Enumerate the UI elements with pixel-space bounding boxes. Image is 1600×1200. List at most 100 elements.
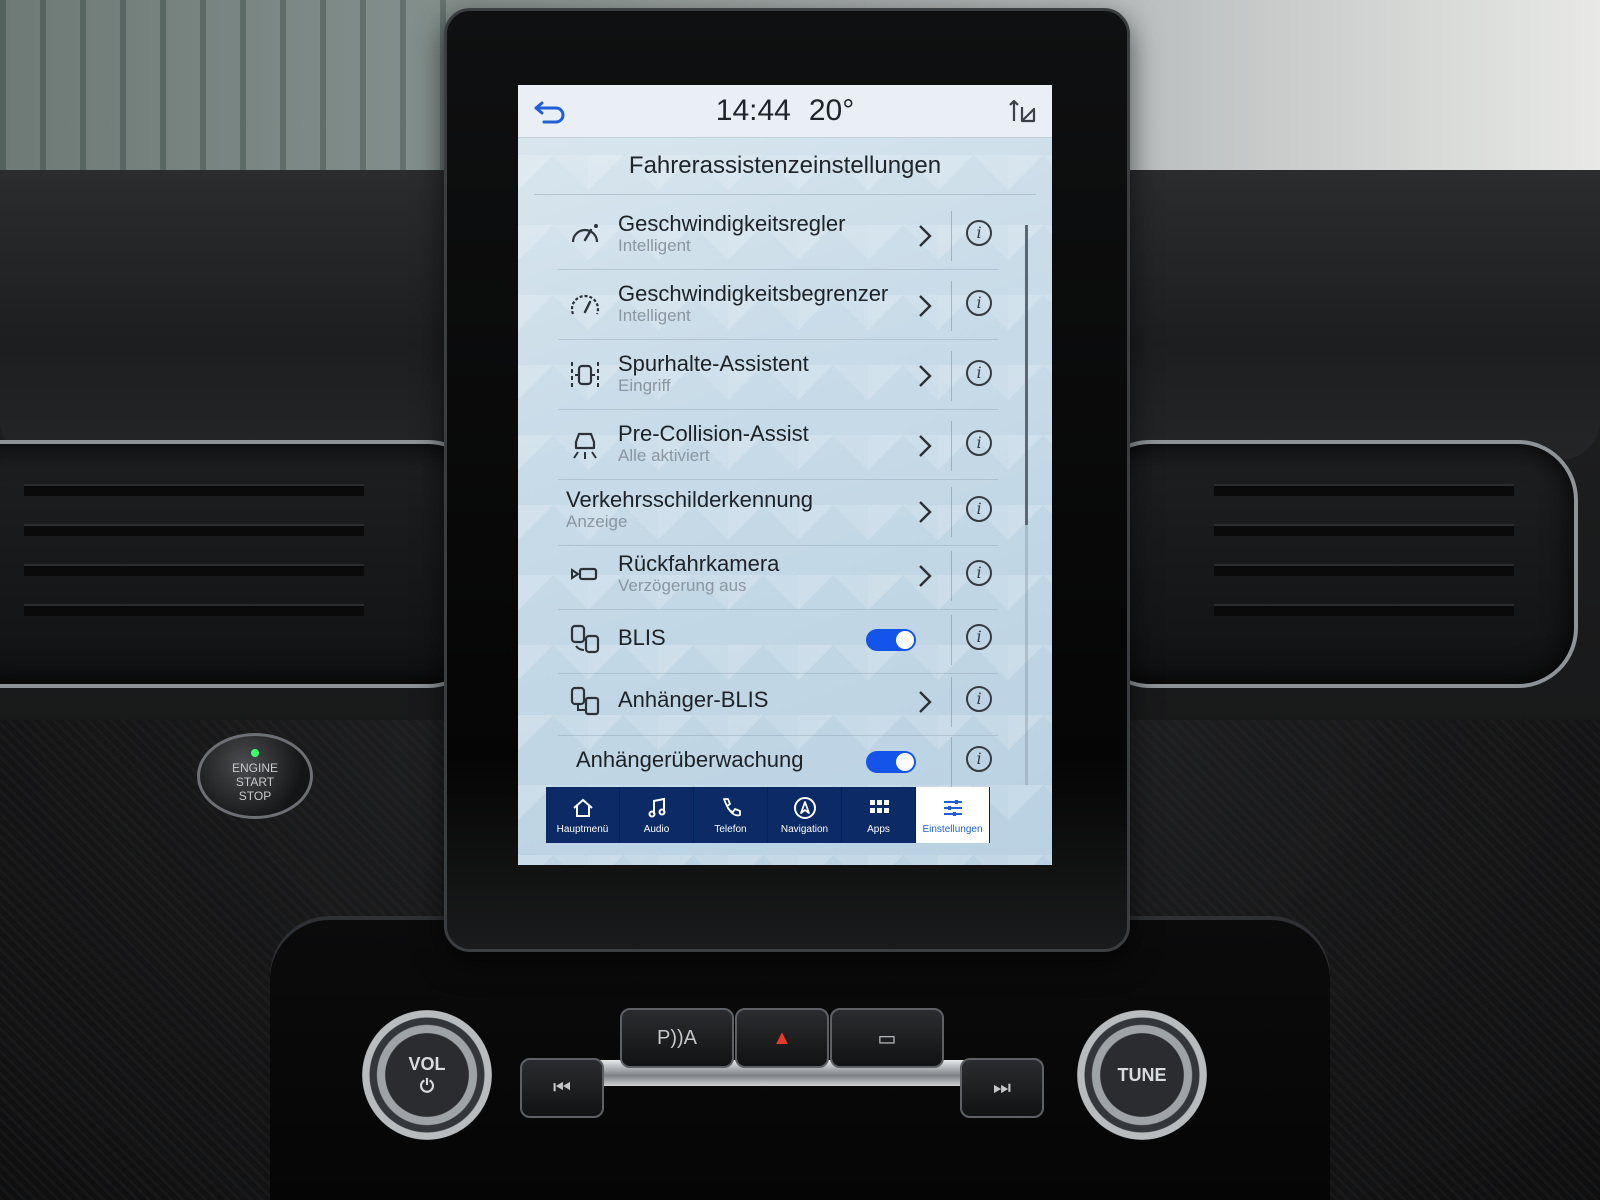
camera-button[interactable]: ▭ [830,1008,944,1068]
clock: 14:44 [715,94,791,127]
nav-audio[interactable]: Audio [620,787,694,843]
setting-row-lane-keeping[interactable]: Spurhalte-Assistent Eingriff i [558,343,998,410]
setting-row-trailer-monitoring[interactable]: Anhängerüberwachung i [558,729,998,795]
row-separator [951,487,952,537]
trailer-monitoring-toggle[interactable] [866,751,916,773]
setting-label: Anhängerüberwachung [576,747,804,772]
setting-sublabel: Alle aktiviert [618,446,710,465]
info-icon[interactable]: i [966,746,992,772]
info-icon[interactable]: i [966,360,992,386]
row-separator [951,615,952,665]
settings-sliders-icon [943,799,962,816]
blind-spot-icon [570,624,600,654]
nav-label: Audio [643,823,670,835]
start-button-line-3: STOP [238,789,272,803]
page-title: Fahrerassistenzeinstellungen [534,138,1036,195]
row-separator [951,421,952,471]
home-icon [572,798,593,817]
nav-label: Hauptmenü [556,823,609,835]
chevron-right-icon [919,295,932,317]
info-icon[interactable]: i [966,686,992,712]
row-separator [951,737,952,787]
nav-apps[interactable]: Apps [842,787,916,843]
bottom-navigation: Hauptmenü Audio Telefon Navigation Apps … [546,787,990,843]
status-led [251,749,259,757]
chevron-right-icon [919,501,932,523]
trailer-blind-spot-icon [570,686,600,716]
chevron-right-icon [919,365,932,387]
vol-label: VOL [408,1054,446,1074]
setting-sublabel: Intelligent [618,236,691,255]
setting-row-rear-camera[interactable]: Rückfahrkamera Verzögerung aus i [558,543,998,610]
info-icon[interactable]: i [966,560,992,586]
chevron-right-icon [919,435,932,457]
parking-assist-button[interactable]: P))A [620,1008,734,1068]
volume-knob[interactable]: VOL ⏻ [362,1010,492,1140]
infotainment-screen: 14:44 20° Fahrerassistenzeinstellungen G… [518,85,1052,865]
lane-keeping-icon [571,362,599,388]
info-icon[interactable]: i [966,430,992,456]
nav-settings[interactable]: Einstellungen [916,787,990,843]
tune-label: TUNE [1117,1065,1167,1085]
camera-icon: ▭ [877,1027,897,1050]
apps-grid-icon [869,799,889,813]
setting-row-blis[interactable]: BLIS i [558,607,998,674]
setting-row-cruise-control[interactable]: Geschwindigkeitsregler Intelligent i [558,203,998,270]
start-button-line-1: ENGINE [231,761,278,775]
setting-label: Anhänger-BLIS [618,687,769,712]
music-note-icon [648,797,665,817]
nav-label: Apps [867,823,890,835]
chevron-right-icon [919,225,932,247]
setting-label: Geschwindigkeitsregler [618,211,846,236]
nav-phone[interactable]: Telefon [694,787,768,843]
setting-label: Geschwindigkeitsbegrenzer [618,281,889,306]
setting-sublabel: Verzögerung aus [618,576,747,595]
nav-label: Telefon [714,823,747,835]
previous-track-button[interactable]: ⏮ [520,1058,604,1118]
outside-temperature: 20° [808,94,855,127]
back-arrow-icon[interactable] [532,95,568,127]
cruise-control-icon [571,224,599,243]
setting-label: Rückfahrkamera [618,551,780,576]
engine-start-stop-button[interactable]: ENGINE START STOP [197,733,313,819]
parking-assist-label: P))A [657,1026,697,1049]
info-icon[interactable]: i [966,496,992,522]
tune-knob[interactable]: TUNE [1077,1010,1207,1140]
pre-collision-icon [573,432,597,459]
nav-navigation[interactable]: Navigation [768,787,842,843]
chevron-right-icon [919,565,932,587]
row-separator [951,677,952,727]
right-air-vent[interactable] [1090,440,1578,688]
nav-label: Einstellungen [922,823,983,835]
nav-home[interactable]: Hauptmenü [546,787,620,843]
setting-row-speed-limiter[interactable]: Geschwindigkeitsbegrenzer Intelligent i [558,273,998,340]
chevron-right-icon [919,691,932,713]
power-icon: ⏻ [419,1076,435,1096]
setting-sublabel: Anzeige [566,512,628,531]
skip-back-icon: ⏮ [553,1076,571,1099]
setting-label: BLIS [618,625,666,650]
info-icon[interactable]: i [966,290,992,316]
info-icon[interactable]: i [966,220,992,246]
row-separator [951,211,952,261]
next-track-button[interactable]: ⏭ [960,1058,1044,1118]
setting-row-trailer-blis[interactable]: Anhänger-BLIS i [558,669,998,736]
hazard-triangle-icon: ▲ [772,1026,792,1049]
setting-row-traffic-sign-recognition[interactable]: Verkehrsschilderkennung Anzeige i [558,479,998,546]
setting-sublabel: Eingriff [618,376,671,395]
hazard-button[interactable]: ▲ [735,1008,829,1068]
status-bar: 14:44 20° [518,85,1052,138]
setting-label: Pre-Collision-Assist [618,421,809,446]
navigation-icon [793,796,816,819]
info-icon[interactable]: i [966,624,992,650]
speed-limiter-icon [570,294,600,315]
setting-row-pre-collision[interactable]: Pre-Collision-Assist Alle aktiviert i [558,413,998,480]
phone-icon [722,797,741,816]
row-separator [951,351,952,401]
setting-label: Verkehrsschilderkennung [566,487,814,512]
blis-toggle[interactable] [866,629,916,651]
rear-camera-icon [571,567,598,581]
start-button-line-2: START [235,775,275,789]
setting-label: Spurhalte-Assistent [618,351,809,376]
left-air-vent[interactable] [0,440,488,688]
